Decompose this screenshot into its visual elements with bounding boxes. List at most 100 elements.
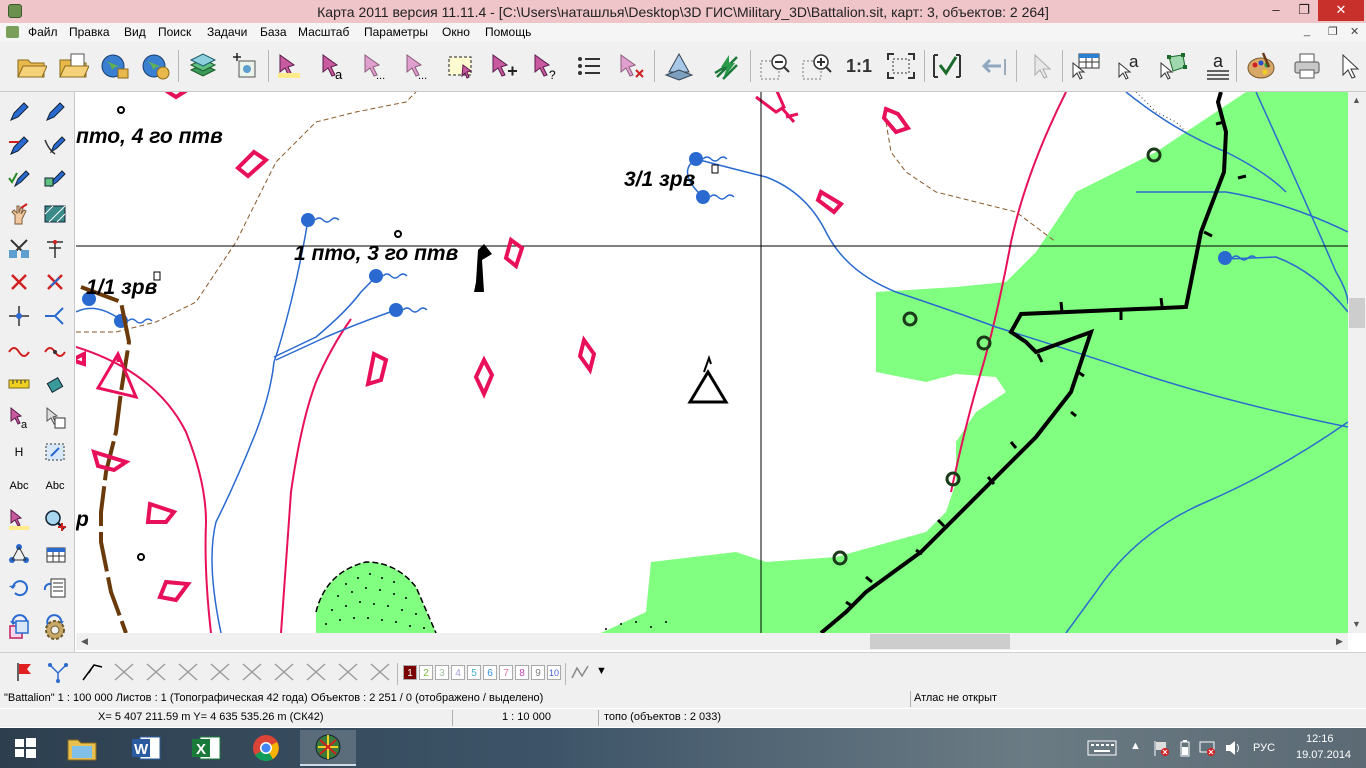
- scroll-up-icon[interactable]: ▲: [1348, 92, 1365, 109]
- layer-2-button[interactable]: 2: [419, 665, 433, 680]
- rotate-object-icon[interactable]: [41, 370, 69, 398]
- vertical-scrollbar[interactable]: ▲ ▼: [1348, 92, 1366, 633]
- open-folder-icon[interactable]: [14, 48, 48, 84]
- back-icon[interactable]: [976, 48, 1010, 84]
- menu-edit[interactable]: Правка: [69, 25, 110, 39]
- menu-database[interactable]: База: [260, 25, 287, 39]
- select-dots-icon[interactable]: ...: [358, 48, 392, 84]
- mdi-close-button[interactable]: ✕: [1350, 25, 1359, 38]
- delete-point-icon[interactable]: [41, 268, 69, 296]
- open-map-2-icon[interactable]: [138, 48, 172, 84]
- zoom-out-icon[interactable]: [758, 48, 792, 84]
- menu-file[interactable]: Файл: [28, 25, 58, 39]
- measure-area-icon[interactable]: [41, 438, 69, 466]
- draw-line-icon[interactable]: [80, 659, 104, 686]
- close-button[interactable]: ✕: [1318, 0, 1364, 21]
- cross-tool-8-icon[interactable]: [336, 661, 360, 686]
- layer-4-button[interactable]: 4: [451, 665, 465, 680]
- zoom-in-icon[interactable]: [800, 48, 834, 84]
- layer-9-button[interactable]: 9: [531, 665, 545, 680]
- layer-5-button[interactable]: 5: [467, 665, 481, 680]
- select-dots-2-icon[interactable]: ...: [400, 48, 434, 84]
- open-map-icon[interactable]: [97, 48, 131, 84]
- menu-window[interactable]: Окно: [442, 25, 470, 39]
- check-icon[interactable]: [930, 48, 964, 84]
- word-icon[interactable]: W: [118, 730, 174, 766]
- cut-object-icon[interactable]: [5, 234, 33, 262]
- volume-icon[interactable]: [1224, 739, 1242, 760]
- add-map-icon[interactable]: [228, 48, 262, 84]
- map-canvas[interactable]: [76, 92, 1348, 633]
- split-line-icon[interactable]: [41, 234, 69, 262]
- select-label-tool-icon[interactable]: a: [5, 404, 33, 432]
- polyline-icon[interactable]: [570, 662, 590, 685]
- add-object-icon[interactable]: [486, 48, 520, 84]
- layer-3-button[interactable]: 3: [435, 665, 449, 680]
- zoom-add-icon[interactable]: [41, 506, 69, 534]
- select-object-icon[interactable]: [273, 48, 307, 84]
- start-button[interactable]: [0, 730, 50, 766]
- table-icon[interactable]: [1068, 48, 1102, 84]
- copy-frame-icon[interactable]: [5, 616, 33, 644]
- menu-scale[interactable]: Масштаб: [298, 25, 349, 39]
- layer-8-button[interactable]: 8: [515, 665, 529, 680]
- query-object-icon[interactable]: ?: [528, 48, 562, 84]
- select-label-icon[interactable]: a: [316, 48, 350, 84]
- dropdown-arrow-icon[interactable]: ▼: [596, 665, 607, 677]
- clear-selection-icon[interactable]: [614, 48, 648, 84]
- scroll-right-icon[interactable]: ▶: [1331, 633, 1348, 650]
- text-pointer-icon[interactable]: a: [1114, 48, 1148, 84]
- menu-tasks[interactable]: Задачи: [207, 25, 247, 39]
- layer-6-button[interactable]: 6: [483, 665, 497, 680]
- curve-line-icon[interactable]: [5, 336, 33, 364]
- ruler-icon[interactable]: [5, 370, 33, 398]
- 3d-view-icon[interactable]: [662, 48, 696, 84]
- horizontal-scroll-thumb[interactable]: [870, 634, 1010, 649]
- graph-tool-icon[interactable]: [46, 661, 70, 686]
- pen-icon[interactable]: [5, 98, 33, 126]
- object-info-icon[interactable]: [41, 404, 69, 432]
- height-tool-icon[interactable]: Н: [5, 438, 33, 466]
- delete-icon[interactable]: [5, 268, 33, 296]
- document-icon[interactable]: [6, 26, 19, 38]
- cross-tool-7-icon[interactable]: [304, 661, 328, 686]
- cross-tool-2-icon[interactable]: [144, 661, 168, 686]
- language-indicator[interactable]: РУС: [1253, 742, 1275, 754]
- restore-button[interactable]: ❐: [1290, 0, 1318, 21]
- text-tool-2-icon[interactable]: Abc: [41, 472, 69, 500]
- mdi-minimize-button[interactable]: _: [1304, 25, 1310, 37]
- lightning-icon[interactable]: [710, 48, 744, 84]
- pen-curve-icon[interactable]: [41, 132, 69, 160]
- network-icon-tray[interactable]: [1198, 739, 1216, 760]
- chrome-icon[interactable]: [238, 730, 294, 766]
- open-folder-2-icon[interactable]: [56, 48, 90, 84]
- menu-help[interactable]: Помощь: [485, 25, 531, 39]
- text-list-icon[interactable]: a: [1200, 48, 1234, 84]
- flag-notification-icon[interactable]: [1152, 739, 1170, 760]
- curve-line-2-icon[interactable]: [41, 336, 69, 364]
- minimize-button[interactable]: –: [1262, 0, 1290, 21]
- vertical-scroll-thumb[interactable]: [1349, 298, 1365, 328]
- pen-check-icon[interactable]: [5, 166, 33, 194]
- cross-tool-5-icon[interactable]: [240, 661, 264, 686]
- menu-search[interactable]: Поиск: [158, 25, 191, 39]
- explorer-icon[interactable]: [54, 730, 110, 766]
- cross-tool-1-icon[interactable]: [112, 661, 136, 686]
- pointer-icon[interactable]: [1024, 48, 1058, 84]
- printer-icon[interactable]: [1290, 48, 1324, 84]
- cross-tool-3-icon[interactable]: [176, 661, 200, 686]
- cross-tool-6-icon[interactable]: [272, 661, 296, 686]
- select-area-icon[interactable]: [444, 48, 478, 84]
- undo-list-icon[interactable]: [5, 574, 33, 602]
- marker-icon[interactable]: [5, 506, 33, 534]
- arrow-icon[interactable]: [1334, 48, 1366, 84]
- move-point-icon[interactable]: [5, 302, 33, 330]
- layer-1-button[interactable]: 1: [403, 665, 417, 680]
- layer-7-button[interactable]: 7: [499, 665, 513, 680]
- branch-line-icon[interactable]: [41, 302, 69, 330]
- palette-icon[interactable]: [1244, 48, 1278, 84]
- table-pointer-icon[interactable]: [41, 540, 69, 568]
- menu-view[interactable]: Вид: [124, 25, 146, 39]
- menu-parameters[interactable]: Параметры: [364, 25, 428, 39]
- hand-pen-icon[interactable]: [5, 200, 33, 228]
